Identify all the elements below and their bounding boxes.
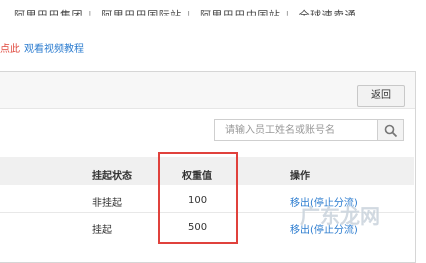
row-1-status: 非挂起 — [92, 198, 122, 209]
top-link-china[interactable]: 阿里巴巴中国站 — [200, 9, 281, 16]
row-2-status: 挂起 — [92, 225, 112, 236]
header-action: 操作 — [290, 171, 310, 182]
top-link-intl[interactable]: 阿里巴巴国际站 — [101, 9, 182, 16]
video-tutorial-link[interactable]: 观看视频教程 — [24, 44, 84, 55]
panel-header — [0, 72, 415, 109]
back-button[interactable]: 返回 — [357, 85, 405, 107]
top-link-bar: 阿里巴巴集团 | 阿里巴巴国际站 | 阿里巴巴中国站 | 全球速卖通 — [0, 0, 426, 26]
top-links: 阿里巴巴集团 | 阿里巴巴国际站 | 阿里巴巴中国站 | 全球速卖通 — [14, 9, 357, 22]
video-tutorial-notice: 点此 观看视频教程 — [0, 40, 84, 55]
notice-prefix[interactable]: 点此 — [0, 44, 20, 55]
watermark: 广东龙网 — [300, 204, 380, 228]
weight-column-highlight — [158, 152, 238, 244]
top-link-group[interactable]: 阿里巴巴集团 — [14, 9, 83, 16]
search-button[interactable] — [378, 119, 404, 141]
top-link-aliexpress[interactable]: 全球速卖通 — [299, 9, 357, 16]
employee-search-input[interactable]: 请输入员工姓名或账号名 — [214, 119, 378, 141]
search-icon — [384, 124, 398, 138]
header-status: 挂起状态 — [92, 171, 132, 182]
